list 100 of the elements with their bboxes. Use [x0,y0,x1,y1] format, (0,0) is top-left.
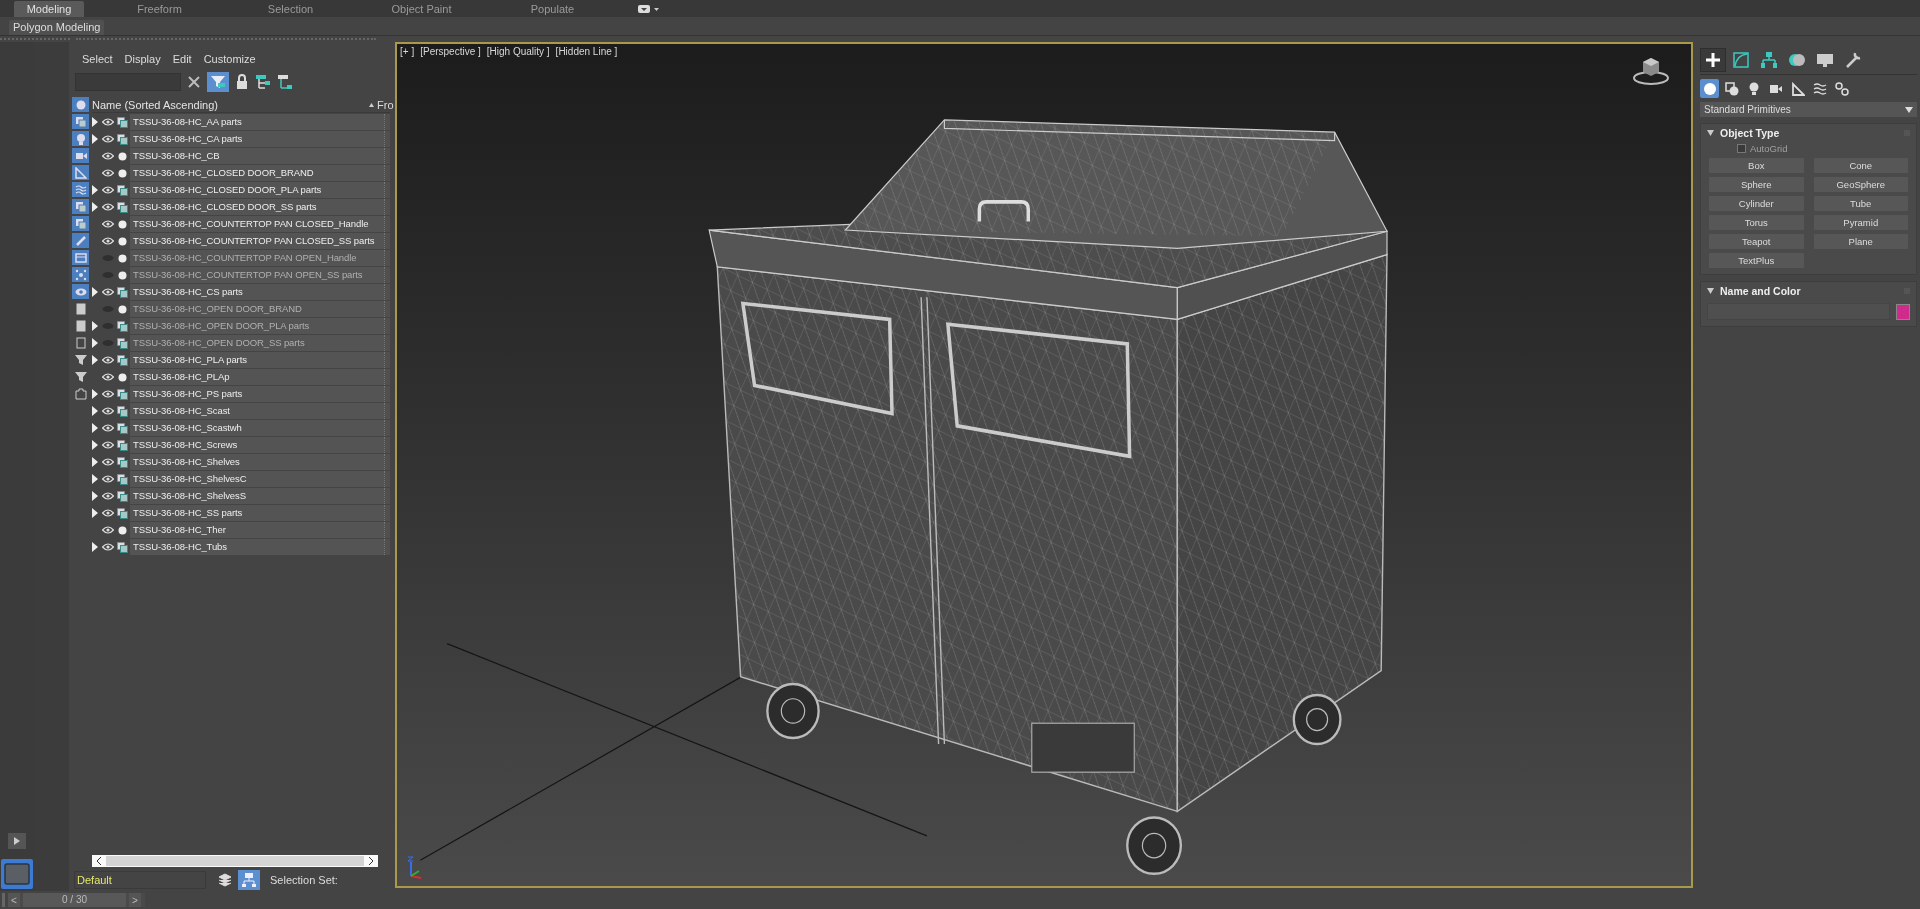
column-header[interactable]: Name (Sorted Ascending) [92,98,369,111]
ribbon-tab[interactable]: Freeform [114,1,205,17]
expand-arrow-icon[interactable] [92,457,98,467]
expand-arrow-icon[interactable] [92,440,98,450]
object-name[interactable]: TSSU-36-08-HC_Screws [130,437,384,453]
object-name[interactable]: TSSU-36-08-HC_CS parts [130,284,384,300]
view-cube-icon[interactable] [1633,56,1669,86]
drag-handle[interactable] [384,199,390,215]
object-name[interactable]: TSSU-36-08-HC_ShelvesC [130,471,384,487]
scroll-left-icon[interactable] [96,857,102,865]
drag-handle[interactable] [384,250,390,266]
expand-arrow-icon[interactable] [92,542,98,552]
object-name[interactable]: TSSU-36-08-HC_COUNTERTOP PAN OPEN_Handle [130,250,384,266]
rollout-title[interactable]: Name and Color [1720,285,1898,297]
eye-icon[interactable] [102,492,114,500]
object-name[interactable]: TSSU-36-08-HC_SS parts [130,505,384,521]
expand-arrow-icon[interactable] [92,355,98,365]
drag-handle[interactable] [384,539,390,555]
primitive-button[interactable]: TextPlus [1709,253,1804,268]
collapse-caret-icon[interactable] [1707,130,1714,136]
previous-frame-button[interactable]: < [8,893,20,907]
bone-filter-icon[interactable] [72,233,89,248]
drag-handle[interactable] [384,352,390,368]
menu-item[interactable]: Edit [172,53,192,71]
object-name[interactable]: TSSU-36-08-HC_OPEN DOOR_SS parts [130,335,384,351]
viewport-label[interactable]: [High Quality ] [486,46,550,57]
primitive-button[interactable]: Torus [1709,215,1804,230]
drag-handle[interactable] [384,488,390,504]
expand-arrow-icon[interactable] [92,474,98,484]
object-name[interactable]: TSSU-36-08-HC_CLOSED DOOR_BRAND [130,165,384,181]
viewport-label[interactable]: [Hidden Line ] [555,46,618,57]
expand-arrow-icon[interactable] [92,287,98,297]
eye-icon[interactable] [102,543,114,551]
drag-handle[interactable] [384,420,390,436]
object-name[interactable]: TSSU-36-08-HC_CLOSED DOOR_SS parts [130,199,384,215]
rollout-title[interactable]: Object Type [1720,127,1898,139]
color-swatch[interactable] [1896,303,1910,320]
drag-handle[interactable] [384,437,390,453]
layer-field[interactable]: Default [74,871,206,889]
particle-filter-icon[interactable] [72,267,89,282]
ribbon-panel-tab[interactable]: Polygon Modeling [9,20,105,35]
time-slider-thumb[interactable]: < 0 / 30 > [8,893,145,907]
menu-item[interactable]: Customize [203,53,256,71]
drag-handle[interactable] [384,522,390,538]
primitive-button[interactable]: Teapot [1709,234,1804,249]
filter-filter-icon[interactable] [72,369,89,384]
primitive-button[interactable]: Tube [1813,196,1908,211]
drag-handle[interactable] [384,454,390,470]
eye-icon[interactable] [102,509,114,517]
menu-item[interactable]: Display [124,53,161,71]
category-dropdown[interactable]: Standard Primitives [1700,102,1917,117]
object-name[interactable]: TSSU-36-08-HC_PLA parts [130,352,384,368]
geometry-category-button[interactable] [1700,79,1719,98]
systems-category-button[interactable] [1832,79,1851,98]
eye-icon[interactable] [102,169,114,177]
object-name[interactable]: TSSU-36-08-HC_COUNTERTOP PAN OPEN_SS parts [130,267,384,283]
geometry-filter-icon[interactable] [72,97,89,112]
filter-gear-filter-icon[interactable] [72,352,89,367]
primitive-button[interactable]: Box [1709,158,1804,173]
viewport-layout-button[interactable] [0,859,33,889]
scrollbar-thumb[interactable] [106,856,364,866]
eye-icon[interactable] [102,475,114,483]
object-name[interactable]: TSSU-36-08-HC_Tubs [130,539,384,555]
expand-arrow-icon[interactable] [92,423,98,433]
object-name[interactable]: TSSU-36-08-HC_OPEN DOOR_BRAND [130,301,384,317]
object-name[interactable]: TSSU-36-08-HC_CLOSED DOOR_PLA parts [130,182,384,198]
expand-arrow-icon[interactable] [92,321,98,331]
collapse-caret-icon[interactable] [1707,288,1714,294]
expand-arrow-icon[interactable] [92,508,98,518]
primitive-button[interactable]: Cylinder [1709,196,1804,211]
expand-arrow-icon[interactable] [92,134,98,144]
drag-handle[interactable] [384,131,390,147]
eye-icon[interactable] [102,407,114,415]
drag-handle[interactable] [384,233,390,249]
object-name[interactable]: TSSU-36-08-HC_AA parts [130,114,384,130]
expand-arrow-icon[interactable] [92,117,98,127]
viewport-label[interactable]: [Perspective ] [420,46,481,57]
object-name[interactable]: TSSU-36-08-HC_CB [130,148,384,164]
expand-arrow-icon[interactable] [92,406,98,416]
drag-handle[interactable] [384,284,390,300]
ribbon-tab[interactable]: Modeling [14,1,84,17]
eye-icon[interactable] [102,186,114,194]
frame-counter[interactable]: 0 / 30 [23,893,126,907]
object-name[interactable]: TSSU-36-08-HC_CA parts [130,131,384,147]
primitive-button[interactable]: Sphere [1709,177,1804,192]
object-name[interactable]: TSSU-36-08-HC_OPEN DOOR_PLA parts [130,318,384,334]
ribbon-tab[interactable]: Object Paint [376,1,467,17]
expand-button[interactable] [7,833,26,849]
expand-arrow-icon[interactable] [92,389,98,399]
object-name[interactable]: TSSU-36-08-HC_Scastwh [130,420,384,436]
perspective-viewport[interactable]: [+ ] [Perspective ] [High Quality ] [Hidden Line ] [395,42,1693,888]
menu-item[interactable]: Select [82,53,113,71]
drag-handle[interactable] [384,505,390,521]
eye-icon[interactable] [102,220,114,228]
expand-arrow-icon[interactable] [92,202,98,212]
eye-icon[interactable] [102,373,114,381]
layers-icon[interactable] [218,873,232,887]
eye-icon[interactable] [102,390,114,398]
eye-icon[interactable] [102,203,114,211]
drag-handle[interactable] [384,216,390,232]
